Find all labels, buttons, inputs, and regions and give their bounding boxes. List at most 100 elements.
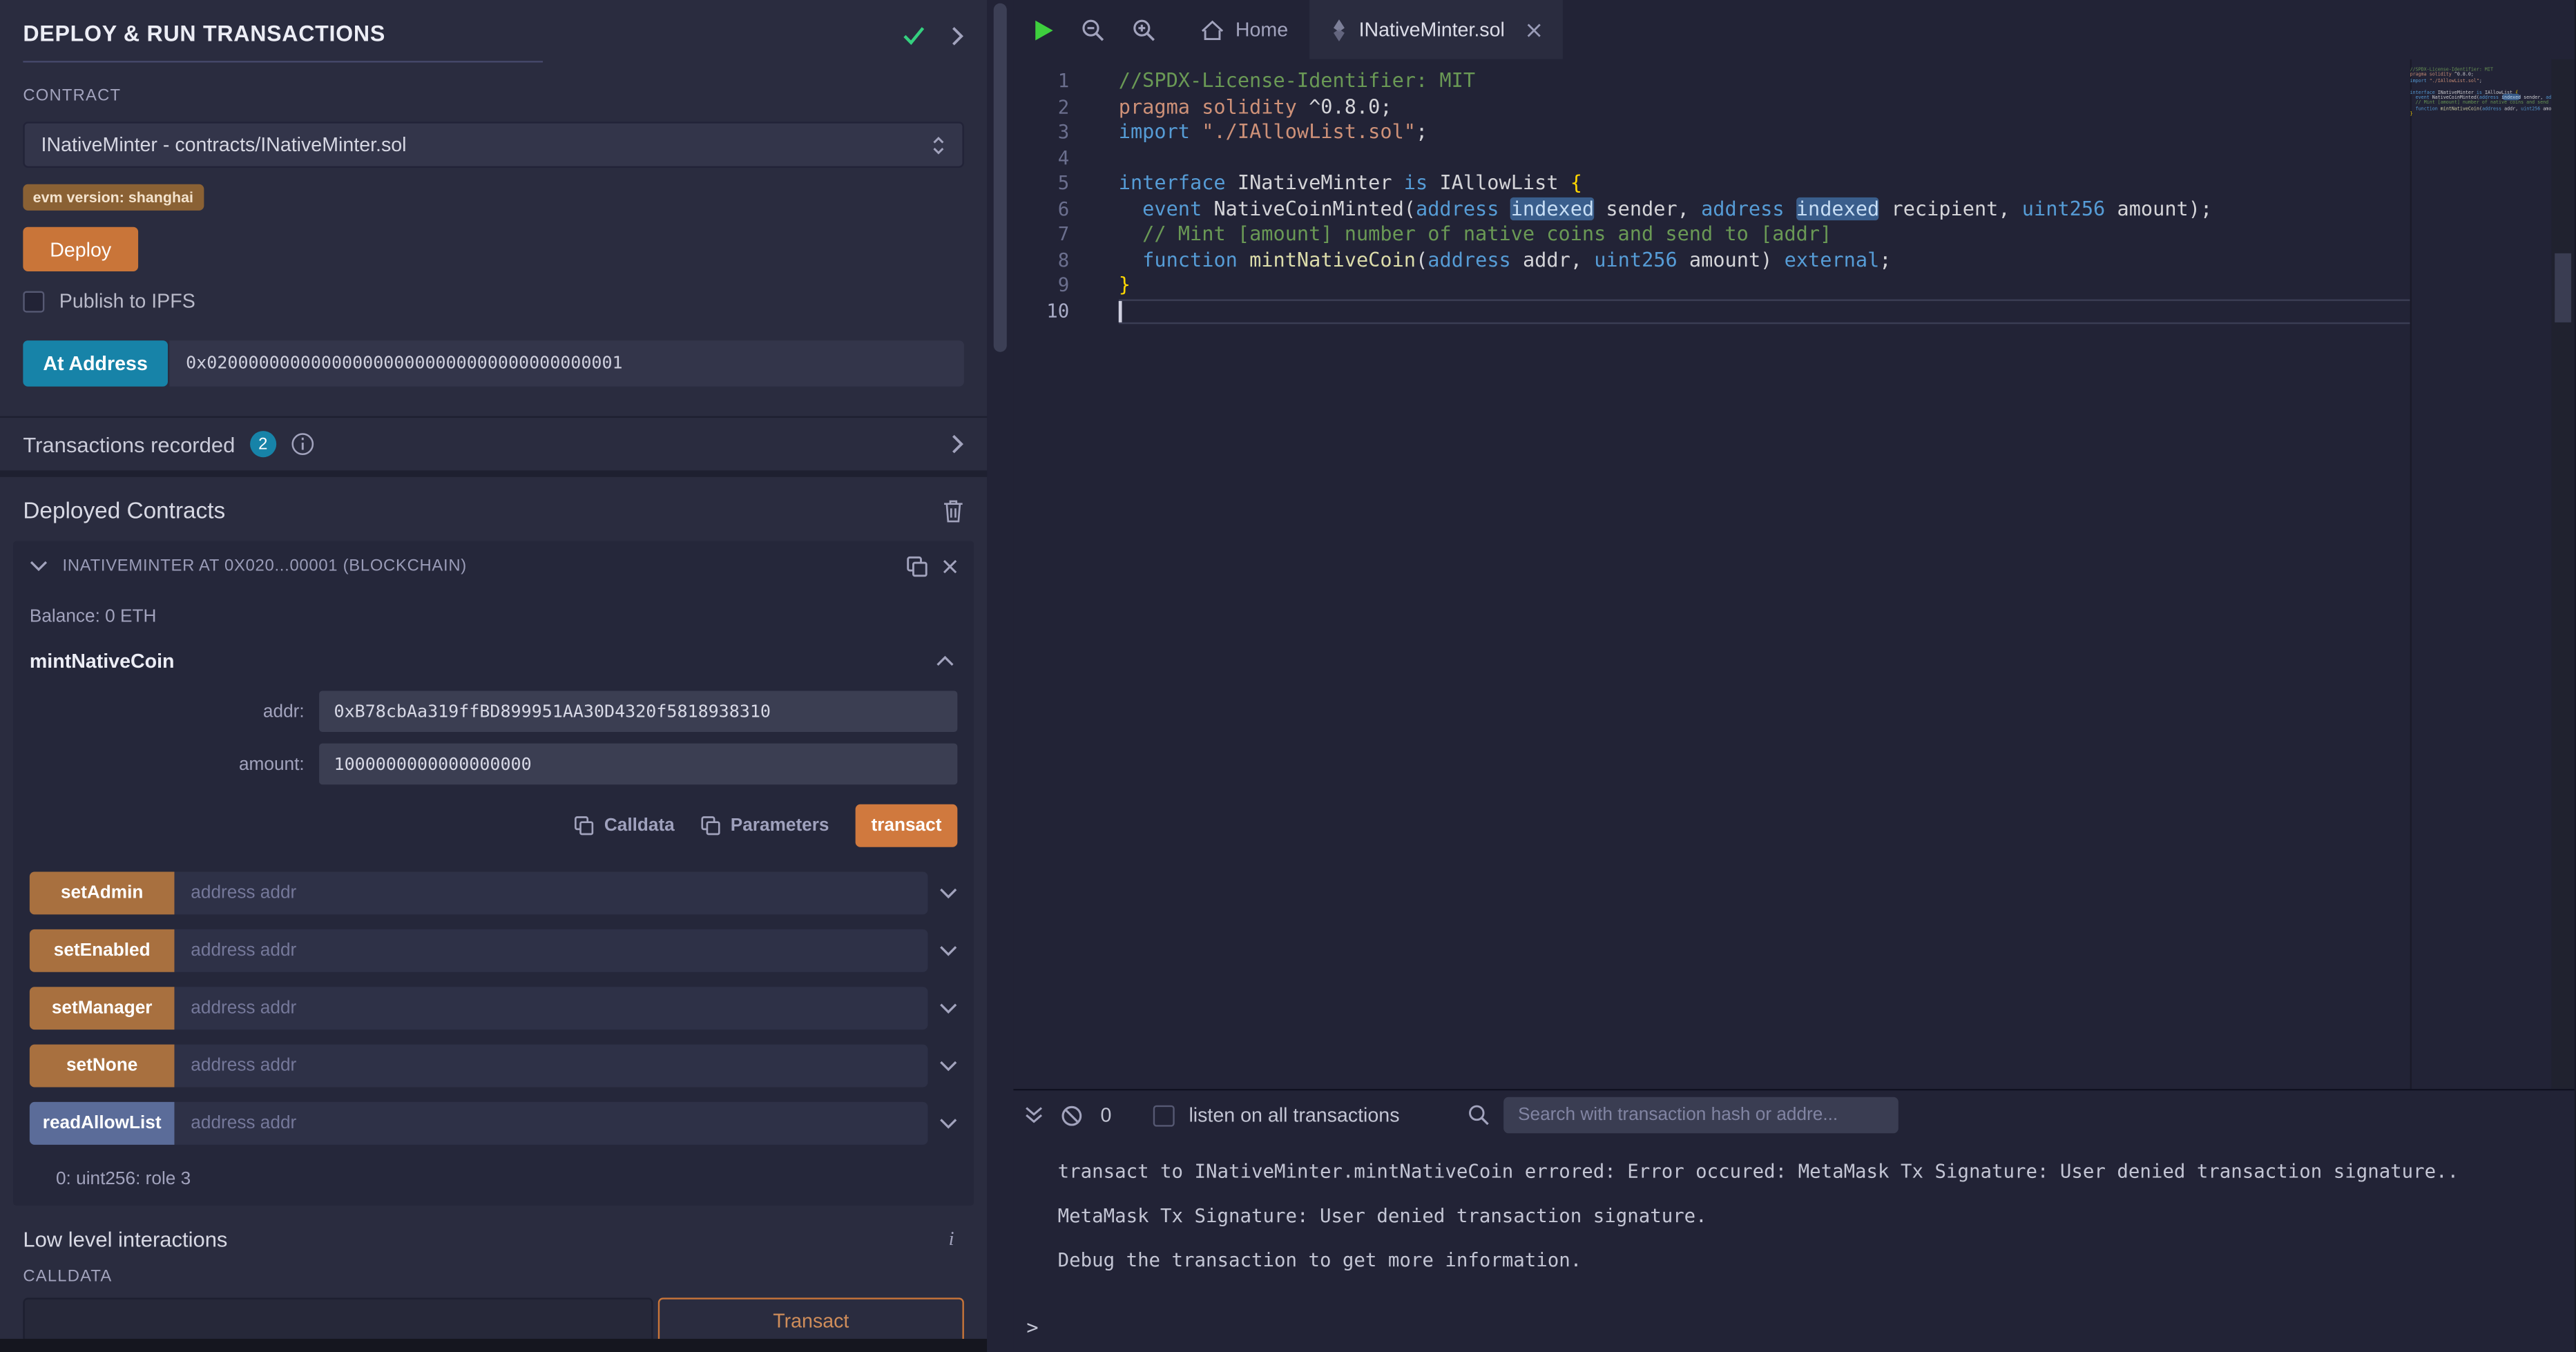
lowlevel-transact-button[interactable]: Transact xyxy=(658,1297,964,1344)
panel-expand-chevron-icon[interactable] xyxy=(951,26,964,46)
compile-check-icon xyxy=(901,25,926,46)
setenabled-input[interactable] xyxy=(174,929,927,972)
tab-home[interactable]: Home xyxy=(1180,0,1309,59)
setenabled-button[interactable]: setEnabled xyxy=(30,929,175,972)
scrollbar-thumb[interactable] xyxy=(994,3,1007,352)
editor-tabbar: Home INativeMinter.sol xyxy=(1013,0,2575,59)
deployed-contracts-section: Deployed Contracts INATIVEMINTER AT 0X02… xyxy=(0,477,987,1206)
tab-inativeminter-label: INativeMinter.sol xyxy=(1359,18,1505,41)
tab-home-label: Home xyxy=(1236,18,1288,41)
terminal: 0 listen on all transactions transact to… xyxy=(1013,1089,2575,1352)
zoom-out-icon[interactable] xyxy=(1081,17,1106,42)
terminal-log-line: Debug the transaction to get more inform… xyxy=(1058,1239,2575,1283)
transact-button[interactable]: transact xyxy=(856,804,958,847)
terminal-log-line: MetaMask Tx Signature: User denied trans… xyxy=(1058,1194,2575,1238)
search-icon xyxy=(1467,1103,1490,1126)
code-editor[interactable]: 12345678910 //SPDX-License-Identifier: M… xyxy=(1013,59,2575,1089)
setmanager-input[interactable] xyxy=(174,987,927,1030)
select-updown-icon xyxy=(931,134,945,155)
readallowlist-button[interactable]: readAllowList xyxy=(30,1102,175,1145)
deployed-contract-card: INATIVEMINTER AT 0X020...00001 (BLOCKCHA… xyxy=(13,541,974,1206)
readallowlist-output: 0: uint256: role 3 xyxy=(13,1159,974,1189)
contract-balance: Balance: 0 ETH xyxy=(13,590,974,637)
contract-section: CONTRACT INativeMinter - contracts/INati… xyxy=(0,63,987,418)
terminal-prompt[interactable]: > xyxy=(1013,1316,2575,1352)
contract-label: CONTRACT xyxy=(23,87,121,105)
parameters-copy-label: Parameters xyxy=(731,815,829,836)
addr-input[interactable] xyxy=(319,691,957,732)
function-row-setnone: setNone xyxy=(30,1045,957,1088)
publish-ipfs-checkbox[interactable] xyxy=(23,290,44,311)
horizontal-scrollbar[interactable] xyxy=(0,1339,987,1352)
home-icon xyxy=(1201,19,1224,40)
setmanager-button[interactable]: setManager xyxy=(30,987,175,1030)
setnone-button[interactable]: setNone xyxy=(30,1045,175,1088)
function-name: mintNativeCoin xyxy=(30,650,175,673)
readallowlist-input[interactable] xyxy=(174,1102,927,1145)
listen-all-transactions-checkbox[interactable] xyxy=(1153,1105,1174,1126)
editor-scrollbar[interactable] xyxy=(2551,59,2574,1089)
calldata-copy-button[interactable]: Calldata xyxy=(575,815,675,836)
run-script-play-icon[interactable] xyxy=(1033,17,1055,42)
setadmin-input[interactable] xyxy=(174,871,927,914)
low-level-title: Low level interactions xyxy=(23,1227,227,1252)
chevron-down-icon[interactable] xyxy=(939,944,957,957)
pending-tx-count: 0 xyxy=(1101,1103,1112,1126)
trash-icon[interactable] xyxy=(943,498,964,523)
addr-field-label: addr: xyxy=(30,702,319,722)
at-address-button[interactable]: At Address xyxy=(23,340,168,387)
remove-contract-icon[interactable] xyxy=(943,559,957,573)
transactions-recorded-row[interactable]: Transactions recorded 2 xyxy=(0,418,987,477)
contract-collapse-chevron-icon[interactable] xyxy=(30,559,48,572)
at-address-input[interactable] xyxy=(169,340,964,387)
chevron-down-icon[interactable] xyxy=(939,1002,957,1015)
panel-title: DEPLOY & RUN TRANSACTIONS xyxy=(23,21,543,46)
chevron-down-icon[interactable] xyxy=(939,887,957,900)
zoom-in-icon[interactable] xyxy=(1132,17,1157,42)
copy-address-icon[interactable] xyxy=(906,555,927,577)
calldata-input[interactable] xyxy=(23,1297,653,1344)
publish-ipfs-label: Publish to IPFS xyxy=(59,289,195,312)
info-icon: i xyxy=(949,1227,964,1252)
chevron-down-icon[interactable] xyxy=(939,1117,957,1130)
function-row-setadmin: setAdmin xyxy=(30,871,957,914)
info-circle-icon xyxy=(291,432,314,455)
function-row-setmanager: setManager xyxy=(30,987,957,1030)
terminal-search-input[interactable] xyxy=(1503,1097,1899,1133)
parameters-copy-button[interactable]: Parameters xyxy=(701,815,829,836)
panel-scrollbar[interactable] xyxy=(987,0,1013,1352)
terminal-logs[interactable]: transact to INativeMinter.mintNativeCoin… xyxy=(1013,1140,2575,1316)
panel-header: DEPLOY & RUN TRANSACTIONS xyxy=(0,0,987,63)
editor-gutter: 12345678910 xyxy=(1013,59,1089,1089)
contract-select[interactable]: INativeMinter - contracts/INativeMinter.… xyxy=(23,122,964,168)
terminal-toolbar: 0 listen on all transactions xyxy=(1013,1090,2575,1139)
setadmin-button[interactable]: setAdmin xyxy=(30,871,175,914)
low-level-section: Low level interactions i CALLDATA Transa… xyxy=(0,1206,987,1344)
deployed-contract-title: INATIVEMINTER AT 0X020...00001 (BLOCKCHA… xyxy=(63,557,892,574)
transactions-recorded-label: Transactions recorded xyxy=(23,432,235,456)
calldata-label: CALLDATA xyxy=(23,1268,964,1286)
deploy-button[interactable]: Deploy xyxy=(23,227,138,271)
copy-icon xyxy=(701,815,721,836)
tab-close-icon[interactable] xyxy=(1526,22,1541,37)
listen-all-transactions-label: listen on all transactions xyxy=(1189,1103,1399,1126)
function-row-setenabled: setEnabled xyxy=(30,929,957,972)
remix-window: DEPLOY & RUN TRANSACTIONS CONTRACT INati… xyxy=(0,0,2575,1352)
amount-field-label: amount: xyxy=(30,754,319,774)
editor-code[interactable]: //SPDX-License-Identifier: MITpragma sol… xyxy=(1089,59,2410,1089)
tab-inativeminter[interactable]: INativeMinter.sol xyxy=(1309,0,1562,59)
copy-icon xyxy=(575,815,595,836)
amount-input[interactable] xyxy=(319,744,957,785)
minimap[interactable]: //SPDX-License-Identifier: MITpragma sol… xyxy=(2410,59,2552,1089)
chevron-down-icon[interactable] xyxy=(939,1059,957,1072)
contract-select-value: INativeMinter - contracts/INativeMinter.… xyxy=(41,133,407,156)
function-collapse-chevron-icon[interactable] xyxy=(936,655,954,668)
evm-version-badge: evm version: shanghai xyxy=(23,184,203,211)
transactions-expand-chevron-icon[interactable] xyxy=(951,434,964,454)
expand-terminal-double-chevron-icon[interactable] xyxy=(1025,1105,1043,1126)
setnone-input[interactable] xyxy=(174,1045,927,1088)
clear-console-ban-icon[interactable] xyxy=(1061,1105,1082,1126)
deployed-contracts-title: Deployed Contracts xyxy=(23,496,225,523)
calldata-copy-label: Calldata xyxy=(604,815,675,836)
editor-scrollbar-thumb[interactable] xyxy=(2555,253,2571,322)
